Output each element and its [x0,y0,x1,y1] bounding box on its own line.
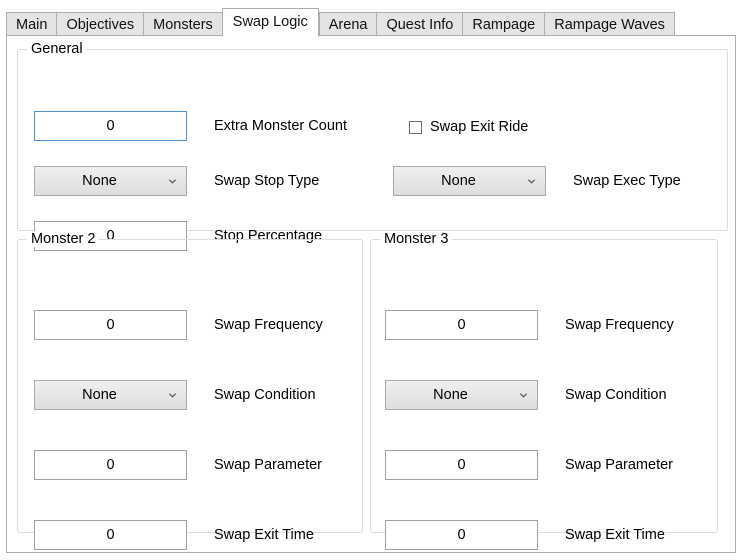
field-m2-swap-exit-time: Swap Exit Time [34,520,314,550]
chevron-down-icon [519,393,528,398]
chevron-down-icon [168,179,177,184]
m3-swap-frequency-label: Swap Frequency [565,317,674,333]
field-m3-swap-frequency: Swap Frequency [385,310,674,340]
field-m2-swap-condition: None Swap Condition [34,380,316,410]
m3-swap-condition-label: Swap Condition [565,387,667,403]
tab-monsters[interactable]: Monsters [143,12,222,36]
tab-bar: Main Objectives Monsters Swap Logic Aren… [6,8,675,37]
field-swap-exit-ride[interactable]: Swap Exit Ride [409,119,528,135]
m3-swap-parameter-label: Swap Parameter [565,457,673,473]
tab-arena[interactable]: Arena [318,12,377,36]
field-extra-monster-count: Extra Monster Count [34,111,347,141]
m3-swap-frequency-input[interactable] [385,310,538,340]
field-m2-swap-frequency: Swap Frequency [34,310,323,340]
group-monster-2-title: Monster 2 [27,231,100,247]
field-swap-exec-type: None Swap Exec Type [393,166,681,196]
m3-swap-condition-dropdown[interactable]: None [385,380,538,410]
m3-swap-exit-time-input[interactable] [385,520,538,550]
swap-stop-type-value: None [82,173,117,189]
m2-swap-condition-label: Swap Condition [214,387,316,403]
field-m3-swap-exit-time: Swap Exit Time [385,520,665,550]
group-monster-2: Monster 2 Swap Frequency None Swap Condi… [17,231,363,550]
swap-logic-panel: General Extra Monster Count Swap Exit Ri… [6,35,736,553]
m3-swap-exit-time-label: Swap Exit Time [565,527,665,543]
field-m3-swap-condition: None Swap Condition [385,380,667,410]
m2-swap-condition-value: None [82,387,117,403]
m2-swap-exit-time-input[interactable] [34,520,187,550]
m3-swap-condition-value: None [433,387,468,403]
m2-swap-parameter-input[interactable] [34,450,187,480]
m2-swap-parameter-label: Swap Parameter [214,457,322,473]
chevron-down-icon [168,393,177,398]
tab-objectives[interactable]: Objectives [56,12,144,36]
group-general: General Extra Monster Count Swap Exit Ri… [17,41,728,251]
group-monster-3: Monster 3 Swap Frequency None Swap Condi… [370,231,718,550]
m2-swap-frequency-label: Swap Frequency [214,317,323,333]
group-monster-3-title: Monster 3 [380,231,453,247]
field-m3-swap-parameter: Swap Parameter [385,450,673,480]
chevron-down-icon [527,179,536,184]
swap-exec-type-dropdown[interactable]: None [393,166,546,196]
tab-quest-info[interactable]: Quest Info [376,12,463,36]
swap-exec-type-value: None [441,173,476,189]
swap-stop-type-label: Swap Stop Type [214,173,320,189]
tab-swap-logic[interactable]: Swap Logic [221,8,319,37]
swap-stop-type-dropdown[interactable]: None [34,166,187,196]
field-swap-stop-type: None Swap Stop Type [34,166,319,196]
tab-rampage-waves[interactable]: Rampage Waves [544,12,675,36]
tab-main[interactable]: Main [6,12,57,36]
checkbox-unchecked-icon[interactable] [409,120,422,134]
extra-monster-count-input[interactable] [34,111,187,141]
extra-monster-count-label: Extra Monster Count [214,118,347,134]
tab-rampage[interactable]: Rampage [462,12,545,36]
group-general-title: General [27,41,87,57]
m3-swap-parameter-input[interactable] [385,450,538,480]
m2-swap-frequency-input[interactable] [34,310,187,340]
m2-swap-condition-dropdown[interactable]: None [34,380,187,410]
m2-swap-exit-time-label: Swap Exit Time [214,527,314,543]
field-m2-swap-parameter: Swap Parameter [34,450,322,480]
swap-exec-type-label: Swap Exec Type [573,173,681,189]
swap-exit-ride-label: Swap Exit Ride [430,119,529,135]
